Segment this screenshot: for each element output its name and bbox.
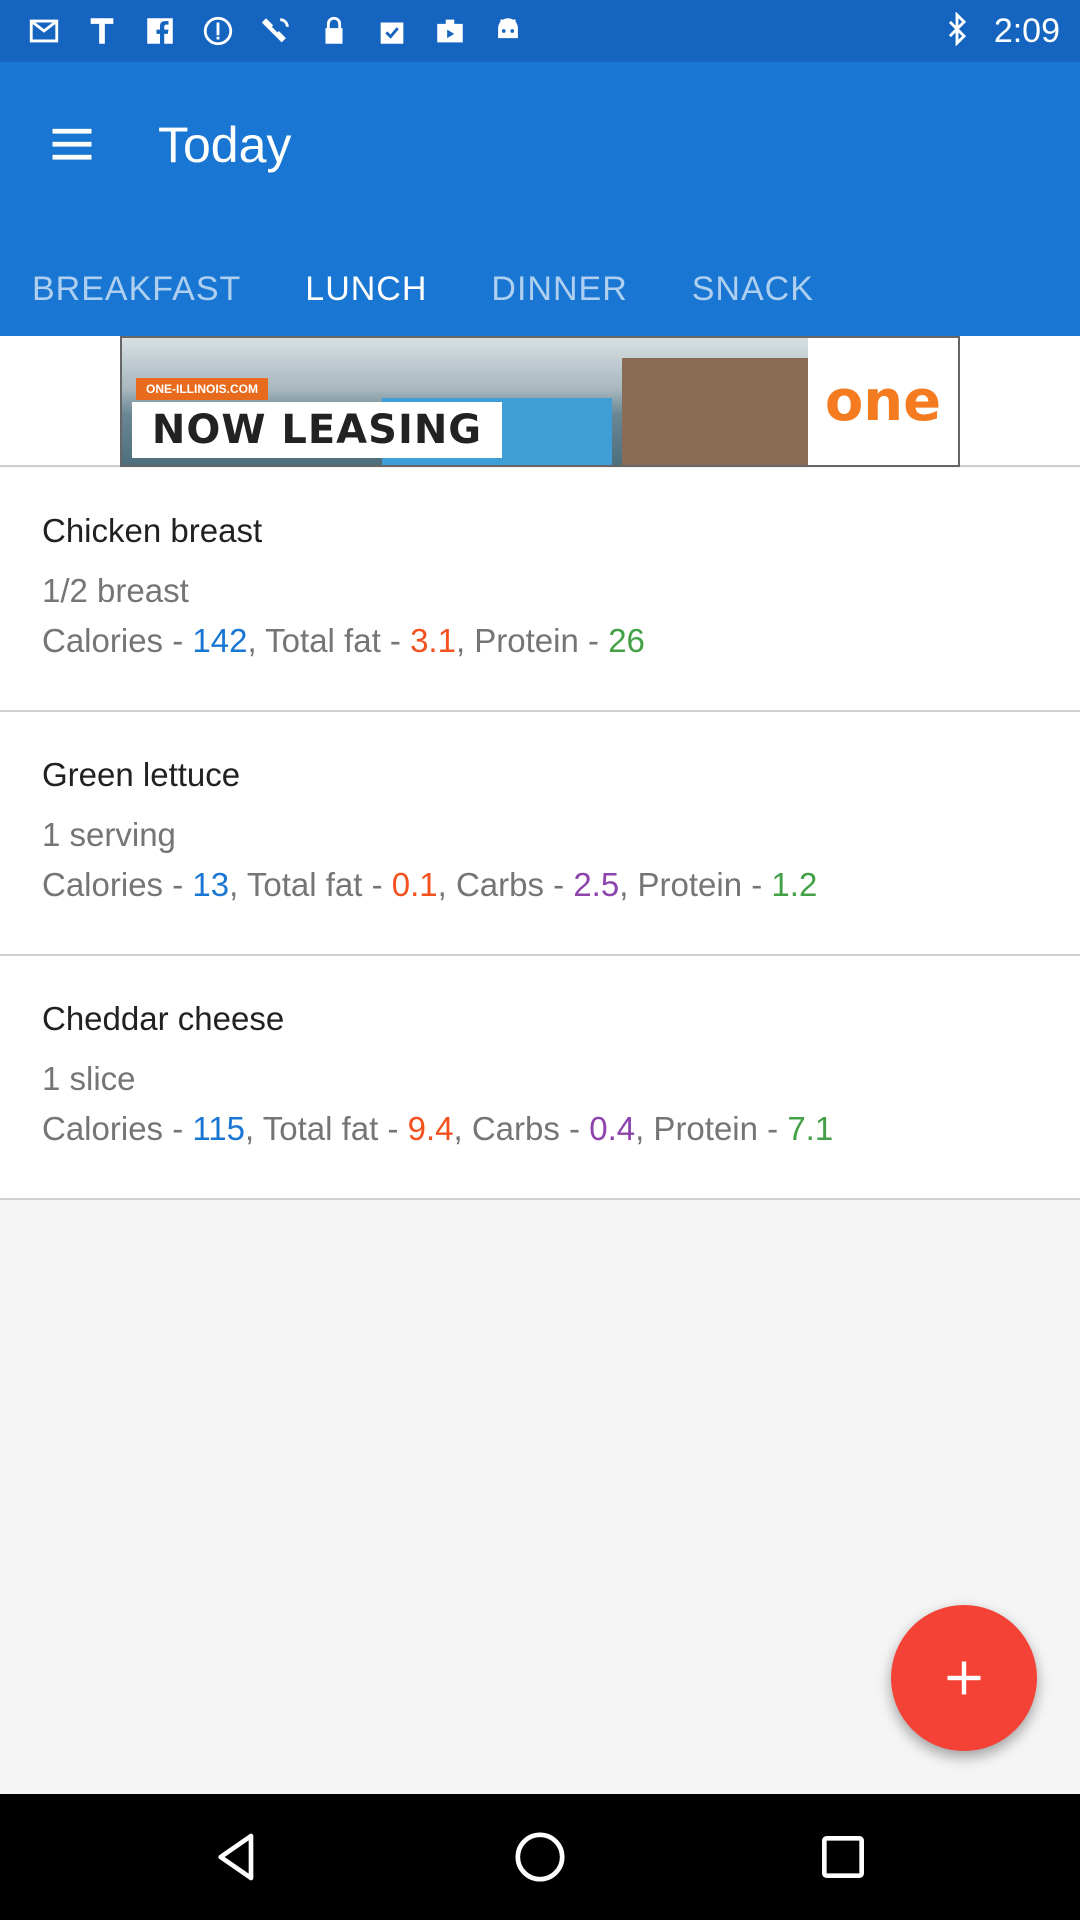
protein-value: 26 — [608, 622, 645, 659]
add-food-button[interactable] — [891, 1605, 1037, 1751]
tab-snack[interactable]: SNACK — [660, 242, 846, 336]
protein-label: , Protein - — [455, 622, 609, 659]
home-icon — [515, 1832, 565, 1882]
serving-size: 1/2 breast — [42, 572, 189, 609]
back-button[interactable] — [202, 1822, 272, 1892]
facebook-icon — [142, 13, 178, 49]
android-icon — [490, 13, 526, 49]
tab-breakfast[interactable]: BREAKFAST — [0, 242, 273, 336]
lock-icon — [316, 13, 352, 49]
food-name: Cheddar cheese — [42, 1000, 285, 1037]
ad-banner[interactable]: ONE-ILLINOIS.COM NOW LEASING one — [120, 336, 960, 467]
t-icon — [84, 13, 120, 49]
clipboard-check-icon — [374, 13, 410, 49]
carbs-value: 2.5 — [573, 866, 620, 903]
ad-brand-box: one — [808, 338, 958, 465]
recents-button[interactable] — [808, 1822, 878, 1892]
fat-label: , Total fat - — [245, 1110, 408, 1147]
menu-icon — [52, 128, 92, 160]
tab-lunch[interactable]: LUNCH — [273, 242, 459, 336]
carbs-label: , Carbs - — [437, 866, 574, 903]
mail-icon — [26, 13, 62, 49]
food-list: Chicken breast 1/2 breast Calories - 142… — [0, 468, 1080, 1200]
app-bar: Today BREAKFAST LUNCH DINNER SNACK — [0, 62, 1080, 336]
food-name: Chicken breast — [42, 512, 263, 549]
tab-dinner[interactable]: DINNER — [459, 242, 659, 336]
satellite-icon — [258, 13, 294, 49]
carbs-value: 0.4 — [589, 1110, 636, 1147]
system-nav-bar — [0, 1794, 1080, 1920]
recents-icon — [822, 1836, 864, 1878]
nutrition-line: Calories - 142, Total fat - 3.1, Protein… — [42, 622, 645, 660]
ad-area: ONE-ILLINOIS.COM NOW LEASING one — [0, 336, 1080, 467]
calories-label: Calories - — [42, 622, 193, 659]
ad-headline: NOW LEASING — [151, 407, 483, 453]
notification-icons — [26, 8, 526, 54]
calories-label: Calories - — [42, 866, 193, 903]
protein-label: , Protein - — [635, 1110, 788, 1147]
food-name: Green lettuce — [42, 756, 241, 793]
calories-label: Calories - — [42, 1110, 193, 1147]
status-right: 2:09 — [940, 8, 1060, 54]
fat-label: , Total fat - — [247, 622, 411, 659]
list-item[interactable]: Cheddar cheese 1 slice Calories - 115, T… — [0, 956, 1080, 1200]
calories-value: 142 — [192, 622, 248, 659]
serving-size: 1 serving — [42, 816, 176, 853]
ad-room-image — [622, 358, 812, 465]
status-time: 2:09 — [993, 11, 1060, 50]
fat-label: , Total fat - — [229, 866, 392, 903]
ad-url: ONE-ILLINOIS.COM — [136, 378, 268, 400]
nutrition-line: Calories - 115, Total fat - 9.4, Carbs -… — [42, 1110, 833, 1148]
info-icon — [200, 13, 236, 49]
serving-size: 1 slice — [42, 1060, 136, 1097]
fat-value: 9.4 — [407, 1110, 454, 1147]
list-item[interactable]: Green lettuce 1 serving Calories - 13, T… — [0, 712, 1080, 956]
back-icon — [218, 1833, 254, 1881]
plus-icon — [947, 1661, 981, 1695]
protein-label: , Protein - — [619, 866, 772, 903]
home-button[interactable] — [505, 1822, 575, 1892]
calories-value: 115 — [192, 1110, 245, 1147]
meal-tabs: BREAKFAST LUNCH DINNER SNACK — [0, 242, 846, 336]
calories-value: 13 — [192, 866, 230, 903]
menu-button[interactable] — [36, 108, 108, 180]
page-title: Today — [158, 117, 292, 173]
fat-value: 3.1 — [410, 622, 456, 659]
nutrition-line: Calories - 13, Total fat - 0.1, Carbs - … — [42, 866, 817, 904]
ad-photo: ONE-ILLINOIS.COM NOW LEASING — [122, 338, 812, 465]
protein-value: 1.2 — [771, 866, 818, 903]
fat-value: 0.1 — [391, 866, 438, 903]
bluetooth-icon — [940, 10, 974, 51]
protein-value: 7.1 — [787, 1110, 834, 1147]
ad-brand: one — [824, 369, 942, 434]
briefcase-icon — [432, 13, 468, 49]
ad-headline-box: NOW LEASING — [132, 402, 502, 458]
list-item[interactable]: Chicken breast 1/2 breast Calories - 142… — [0, 468, 1080, 712]
status-bar: 2:09 — [0, 0, 1080, 62]
carbs-label: , Carbs - — [453, 1110, 590, 1147]
